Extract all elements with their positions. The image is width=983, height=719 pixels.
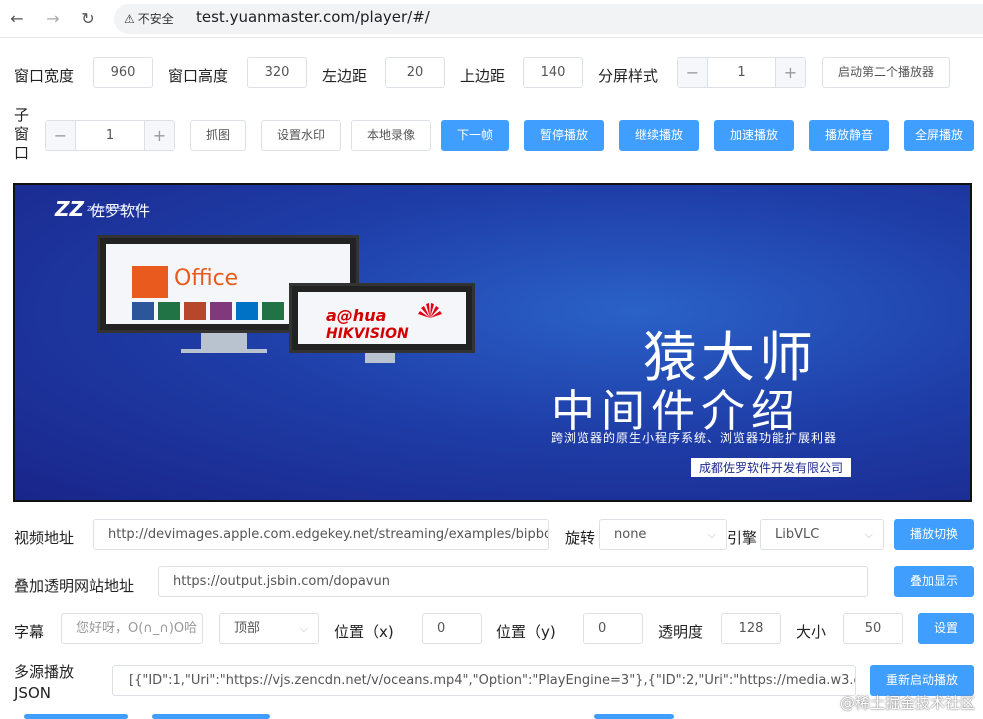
chevron-down-icon: ⌵ <box>864 528 873 541</box>
multi-source-json-input[interactable]: [{"ID":1,"Uri":"https://vjs.zencdn.net/v… <box>112 665 856 696</box>
minus-icon[interactable]: − <box>46 121 76 150</box>
subtitle-input[interactable]: 您好呀，O(∩_∩)O哈 <box>61 613 203 644</box>
office-text: Office <box>174 266 239 291</box>
capture-button[interactable]: 抓图 <box>190 120 246 151</box>
json-label-line2: JSON <box>14 684 51 702</box>
logo-subtext: ZORROSOFT <box>87 205 140 213</box>
chevron-down-icon: ⌵ <box>299 622 308 635</box>
window-height-input[interactable]: 320 <box>247 57 307 88</box>
back-arrow-icon[interactable]: ← <box>6 8 28 30</box>
engine-value: LibVLC <box>775 527 820 542</box>
set-watermark-button[interactable]: 设置水印 <box>261 120 341 151</box>
pause-button[interactable]: 暂停播放 <box>524 120 604 151</box>
json-label-line1: 多源播放 <box>14 663 75 681</box>
top-margin-input[interactable]: 140 <box>523 57 583 88</box>
security-indicator[interactable]: ⚠ 不安全 <box>124 10 174 27</box>
position-x-input[interactable]: 0 <box>422 613 482 644</box>
bottom-button-partial[interactable] <box>594 714 674 719</box>
window-height-label: 窗口高度 <box>168 67 229 85</box>
sub-window-label-char: 窗 <box>14 125 30 143</box>
position-x-label: 位置（x) <box>334 623 394 641</box>
monitor-screen: a@hua HIKVISION <box>298 292 466 344</box>
address-bar[interactable]: ⚠ 不安全 test.yuanmaster.com/player/#/ <box>114 4 983 34</box>
logo-mark: ZZ <box>55 197 85 221</box>
bottom-button-partial[interactable] <box>24 714 128 719</box>
position-y-input[interactable]: 0 <box>583 613 643 644</box>
engine-label: 引擎 <box>727 529 758 547</box>
window-width-label: 窗口宽度 <box>14 67 75 85</box>
sub-window-value[interactable]: 1 <box>76 121 144 150</box>
window-width-input[interactable]: 960 <box>93 57 153 88</box>
subtitle-position-value: 顶部 <box>234 621 261 636</box>
onenote-icon <box>210 302 232 320</box>
opacity-input[interactable]: 128 <box>721 613 781 644</box>
word-icon <box>132 302 154 320</box>
video-url-input[interactable]: http://devimages.apple.com.edgekey.net/s… <box>93 519 549 550</box>
url-text: test.yuanmaster.com/player/#/ <box>196 8 430 26</box>
engine-select[interactable]: LibVLC ⌵ <box>760 519 884 550</box>
mute-button[interactable]: 播放静音 <box>809 120 889 151</box>
plus-icon[interactable]: + <box>775 58 805 87</box>
next-frame-button[interactable]: 下一帧 <box>441 120 509 151</box>
split-style-stepper: − 1 + <box>677 57 806 88</box>
left-margin-label: 左边距 <box>322 67 368 85</box>
overlay-url-label: 叠加透明网站地址 <box>14 577 135 595</box>
video-tagline: 跨浏览器的原生小程序系统、浏览器功能扩展利器 <box>551 431 838 445</box>
plus-icon[interactable]: + <box>144 121 174 150</box>
video-company: 成都佐罗软件开发有限公司 <box>691 458 852 477</box>
video-url-label: 视频地址 <box>14 529 75 547</box>
subtitle-position-select[interactable]: 顶部 ⌵ <box>219 613 319 644</box>
rotate-label: 旋转 <box>565 529 596 547</box>
speed-up-button[interactable]: 加速播放 <box>714 120 794 151</box>
play-switch-button[interactable]: 播放切换 <box>894 519 974 550</box>
dahua-brand: a@hua <box>326 306 387 325</box>
watermark-text: @稀土掘金技术社区 <box>839 694 975 712</box>
start-second-player-button[interactable]: 启动第二个播放器 <box>822 57 950 88</box>
sub-window-label: 子 窗 口 <box>14 106 29 163</box>
subtitle-set-button[interactable]: 设置 <box>918 613 974 644</box>
browser-toolbar: ← → ↻ ⚠ 不安全 test.yuanmaster.com/player/#/ <box>0 0 983 38</box>
chevron-down-icon: ⌵ <box>707 528 716 541</box>
monitor-base <box>181 349 267 353</box>
hikvision-brand: HIKVISION <box>326 326 409 342</box>
huawei-logo-icon <box>416 300 444 320</box>
powerpoint-icon <box>184 302 206 320</box>
monitor-brands: a@hua HIKVISION <box>289 283 475 353</box>
rotate-select[interactable]: none ⌵ <box>599 519 727 550</box>
subtitle-label: 字幕 <box>14 623 45 641</box>
rotate-value: none <box>614 527 647 542</box>
position-y-label: 位置（y) <box>496 623 556 641</box>
overlay-show-button[interactable]: 叠加显示 <box>894 566 974 597</box>
publisher-icon <box>262 302 284 320</box>
bottom-button-partial[interactable] <box>152 714 270 719</box>
split-style-value[interactable]: 1 <box>708 58 775 87</box>
monitor-stand <box>365 353 395 363</box>
local-record-button[interactable]: 本地录像 <box>351 120 431 151</box>
overlay-url-input[interactable]: https://output.jsbin.com/dopavun <box>158 566 868 597</box>
size-input[interactable]: 50 <box>843 613 903 644</box>
forward-arrow-icon[interactable]: → <box>42 8 64 30</box>
warning-icon: ⚠ <box>124 12 135 26</box>
top-margin-label: 上边距 <box>460 67 506 85</box>
opacity-label: 透明度 <box>658 623 704 641</box>
split-style-label: 分屏样式 <box>598 67 659 85</box>
fullscreen-button[interactable]: 全屏播放 <box>904 120 974 151</box>
minus-icon[interactable]: − <box>678 58 708 87</box>
security-text: 不安全 <box>137 12 174 26</box>
reload-icon[interactable]: ↻ <box>77 8 99 30</box>
office-logo-icon <box>132 266 168 298</box>
sub-window-stepper: − 1 + <box>45 120 175 151</box>
sub-window-label-char: 子 <box>14 106 30 124</box>
excel-icon <box>158 302 180 320</box>
size-label: 大小 <box>796 623 827 641</box>
multi-source-json-label: 多源播放 JSON <box>14 662 74 704</box>
outlook-icon <box>236 302 258 320</box>
resume-button[interactable]: 继续播放 <box>619 120 699 151</box>
sub-window-label-char: 口 <box>14 144 30 162</box>
left-margin-input[interactable]: 20 <box>385 57 445 88</box>
video-player[interactable]: ZZ佐罗软件 ZORROSOFT Office a@hua HIKVISION <box>13 183 972 502</box>
